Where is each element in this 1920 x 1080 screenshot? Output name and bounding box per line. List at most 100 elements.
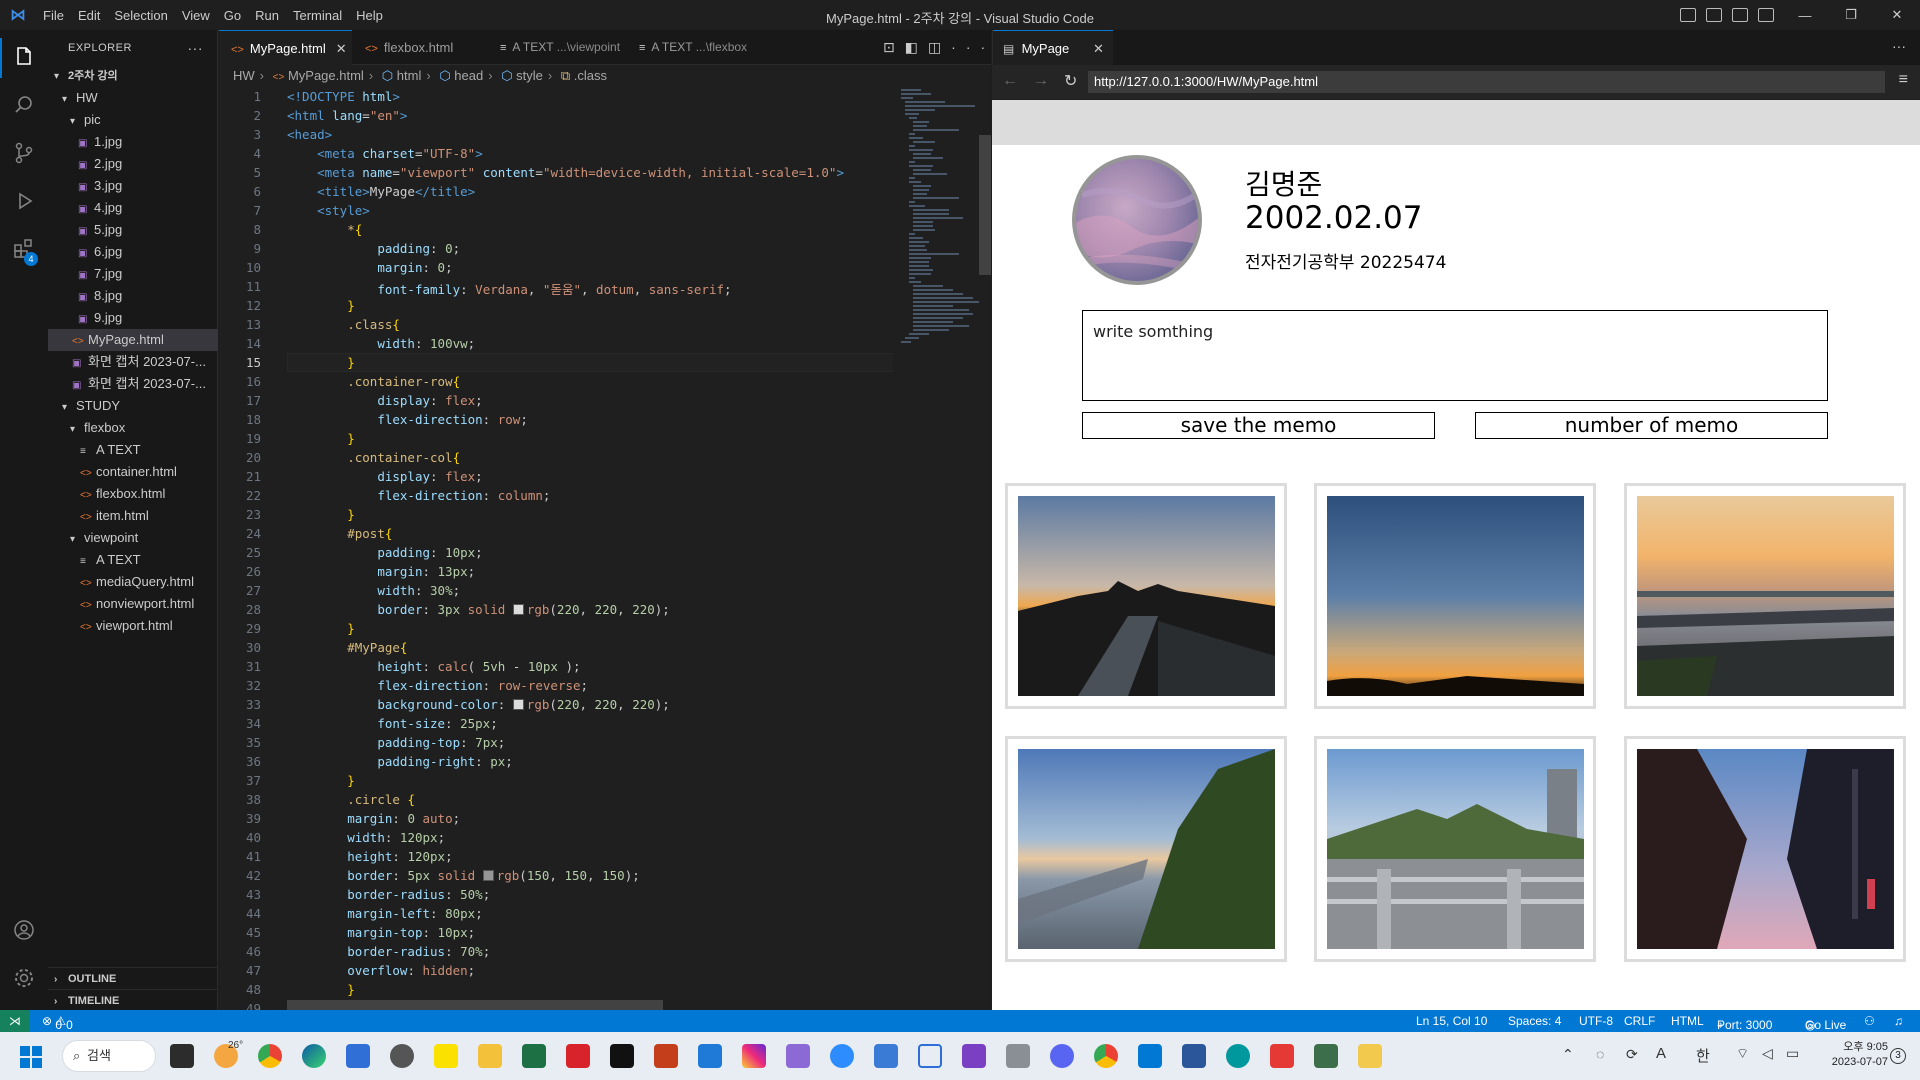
- editor-vertical-scrollbar[interactable]: [979, 135, 991, 275]
- tree-file[interactable]: ▣ 7.jpg: [48, 263, 218, 285]
- task-view-icon[interactable]: [170, 1044, 194, 1068]
- menu-edit[interactable]: Edit: [71, 8, 107, 23]
- python-icon[interactable]: [1358, 1044, 1382, 1068]
- breadcrumb-item[interactable]: html: [397, 68, 422, 83]
- forward-arrow-icon[interactable]: →: [1033, 72, 1049, 90]
- toggle-secondary-sidebar-icon[interactable]: [1732, 8, 1748, 22]
- tree-file[interactable]: ▣ 6.jpg: [48, 241, 218, 263]
- url-input[interactable]: http://127.0.0.1:3000/HW/MyPage.html: [1088, 71, 1885, 93]
- tree-file[interactable]: ▣ 9.jpg: [48, 307, 218, 329]
- tree-file[interactable]: ▣ 2.jpg: [48, 153, 218, 175]
- menu-run[interactable]: Run: [248, 8, 286, 23]
- breadcrumb-item[interactable]: .class: [574, 68, 607, 83]
- tab-flexbox-html[interactable]: <> flexbox.html: [353, 30, 487, 65]
- tray-icon[interactable]: ◌: [1596, 1046, 1604, 1062]
- explorer-icon[interactable]: [12, 45, 36, 69]
- instagram-icon[interactable]: [742, 1044, 766, 1068]
- tree-file[interactable]: ▣ 화면 캡처 2023-07-...: [48, 351, 218, 373]
- toggle-sidebar-icon[interactable]: [1680, 8, 1696, 22]
- breadcrumb-item[interactable]: HW: [233, 68, 255, 83]
- vscode-icon[interactable]: [1138, 1044, 1162, 1068]
- clock[interactable]: 오후 9:05 2023-07-07: [1818, 1040, 1888, 1070]
- tree-file[interactable]: ▣ 5.jpg: [48, 219, 218, 241]
- tree-folder-viewpoint[interactable]: ▾ viewpoint: [48, 527, 218, 549]
- windows-start-icon[interactable]: [20, 1046, 42, 1068]
- app-icon[interactable]: [786, 1044, 810, 1068]
- tray-icon[interactable]: ⟳: [1626, 1046, 1638, 1063]
- tree-file[interactable]: ≡ A TEXT: [48, 439, 218, 461]
- tree-file[interactable]: ▣ 3.jpg: [48, 175, 218, 197]
- menu-go[interactable]: Go: [217, 8, 248, 23]
- netflix-icon[interactable]: [610, 1044, 634, 1068]
- zoom-icon[interactable]: [830, 1044, 854, 1068]
- minimize-icon[interactable]: —: [1782, 8, 1828, 23]
- indentation[interactable]: Spaces: 4: [1508, 1014, 1561, 1028]
- chrome-icon[interactable]: [1094, 1044, 1118, 1068]
- workspace-root[interactable]: ▾ 2주차 강의: [48, 65, 218, 87]
- tree-file[interactable]: <> mediaQuery.html: [48, 571, 218, 593]
- menu-terminal[interactable]: Terminal: [286, 8, 349, 23]
- more-actions-icon[interactable]: ···: [1892, 38, 1906, 54]
- save-memo-button[interactable]: save the memo: [1082, 412, 1435, 439]
- remote-icon[interactable]: ⋊: [0, 1010, 30, 1032]
- encoding[interactable]: UTF-8: [1579, 1014, 1613, 1028]
- tree-folder-study[interactable]: ▾ STUDY: [48, 395, 218, 417]
- language-indicator[interactable]: 한: [1696, 1045, 1710, 1066]
- cursor-position[interactable]: Ln 15, Col 10: [1416, 1014, 1487, 1028]
- tree-file[interactable]: <> nonviewport.html: [48, 593, 218, 615]
- account-icon[interactable]: [12, 918, 36, 942]
- ime-icon[interactable]: A: [1656, 1045, 1666, 1062]
- taskbar-search[interactable]: ⌕ 검색: [62, 1040, 156, 1072]
- acrobat-icon[interactable]: [566, 1044, 590, 1068]
- store-icon[interactable]: [346, 1044, 370, 1068]
- close-tab-icon[interactable]: ✕: [336, 41, 347, 56]
- kakaotalk-icon[interactable]: [434, 1044, 458, 1068]
- notification-count[interactable]: 3: [1890, 1048, 1906, 1064]
- tree-file[interactable]: <> container.html: [48, 461, 218, 483]
- tree-folder-flexbox[interactable]: ▾ flexbox: [48, 417, 218, 439]
- tree-file[interactable]: <> flexbox.html: [48, 483, 218, 505]
- tree-file-active[interactable]: <> MyPage.html: [48, 329, 218, 351]
- menu-help[interactable]: Help: [349, 8, 390, 23]
- tree-file[interactable]: ▣ 화면 캡처 2023-07-...: [48, 373, 218, 395]
- tab-a-text-viewpoint[interactable]: ≡ A TEXT ...\viewpoint: [488, 30, 626, 65]
- chrome-icon[interactable]: [258, 1044, 282, 1068]
- tree-file[interactable]: ▣ 8.jpg: [48, 285, 218, 307]
- arduino-icon[interactable]: [1226, 1044, 1250, 1068]
- tree-file[interactable]: ▣ 1.jpg: [48, 131, 218, 153]
- menu-view[interactable]: View: [175, 8, 217, 23]
- tab-mypage-html[interactable]: <> MyPage.html ✕: [219, 30, 352, 65]
- settings-gear-icon[interactable]: [12, 966, 36, 990]
- app-icon[interactable]: [1314, 1044, 1338, 1068]
- tab-mypage-preview[interactable]: ▤ MyPage ✕: [993, 30, 1113, 65]
- edge-icon[interactable]: [302, 1044, 326, 1068]
- menu-selection[interactable]: Selection: [107, 8, 174, 23]
- notes-icon[interactable]: [698, 1044, 722, 1068]
- language-mode[interactable]: HTML: [1671, 1014, 1704, 1028]
- minimap[interactable]: [893, 87, 991, 1010]
- app-icon[interactable]: [874, 1044, 898, 1068]
- snipping-tool-icon[interactable]: [918, 1044, 942, 1068]
- calculator-icon[interactable]: [1006, 1044, 1030, 1068]
- tray-chevron-icon[interactable]: ⌃: [1562, 1046, 1574, 1063]
- memo-textarea[interactable]: write somthing: [1082, 310, 1828, 401]
- close-tab-icon[interactable]: ✕: [1093, 31, 1104, 66]
- back-arrow-icon[interactable]: ←: [1002, 72, 1018, 90]
- excel-icon[interactable]: [522, 1044, 546, 1068]
- hamburger-menu-icon[interactable]: ≡: [1899, 71, 1908, 89]
- tree-file[interactable]: <> item.html: [48, 505, 218, 527]
- feedback-icon[interactable]: ⚇: [1864, 1014, 1875, 1028]
- tree-folder-pic[interactable]: ▾ pic: [48, 109, 218, 131]
- discord-icon[interactable]: [1050, 1044, 1074, 1068]
- restore-icon[interactable]: ❐: [1828, 7, 1874, 23]
- code-editor[interactable]: 1 2 3 4 5 6 7 8 9 10 11 12 13 14 15 16 17 18 19 20 21 22 23 24 2…: [219, 87, 991, 1010]
- settings-gear-icon[interactable]: [390, 1044, 414, 1068]
- file-explorer-icon[interactable]: [478, 1044, 502, 1068]
- timeline-section[interactable]: › TIMELINE: [48, 989, 218, 1011]
- wifi-icon[interactable]: ⌔: [1736, 1045, 1749, 1063]
- breadcrumb-item[interactable]: MyPage.html: [288, 68, 364, 83]
- breadcrumb-item[interactable]: style: [516, 68, 543, 83]
- toggle-panel-icon[interactable]: [1706, 8, 1722, 22]
- speaker-icon[interactable]: ◁: [1762, 1045, 1773, 1062]
- word-icon[interactable]: [1182, 1044, 1206, 1068]
